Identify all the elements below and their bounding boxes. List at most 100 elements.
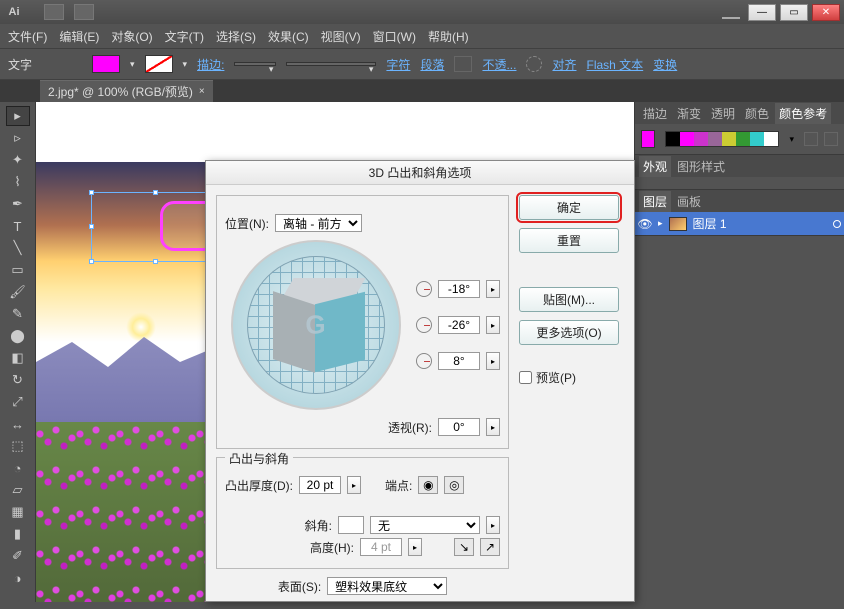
x-spin[interactable]: ▸	[486, 280, 500, 298]
depth-spin[interactable]: ▸	[347, 476, 361, 494]
bevel-spin[interactable]: ▸	[486, 516, 500, 534]
depth-input[interactable]	[299, 476, 341, 494]
arrange-icon[interactable]	[74, 4, 94, 20]
selection-tool[interactable]: ▸	[6, 106, 30, 126]
search-icon[interactable]	[722, 5, 740, 19]
stroke-dropdown-icon[interactable]: ▾	[183, 59, 188, 70]
more-options-button[interactable]: 更多选项(O)	[519, 320, 619, 345]
blend-tool[interactable]: ◑	[6, 568, 30, 588]
menu-window[interactable]: 窗口(W)	[373, 28, 416, 45]
type-tool[interactable]: T	[6, 216, 30, 236]
minimize-button[interactable]: —	[748, 4, 776, 21]
map-art-button[interactable]: 贴图(M)...	[519, 287, 619, 312]
maximize-button[interactable]: ▭	[780, 4, 808, 21]
bevel-in-button[interactable]: ↘	[454, 538, 474, 556]
rotation-preview[interactable]: G	[231, 240, 401, 410]
recolor-icon[interactable]	[526, 56, 542, 72]
stroke-swatch[interactable]	[145, 55, 173, 73]
menu-object[interactable]: 对象(O)	[111, 28, 152, 45]
perspective-spin[interactable]: ▸	[486, 418, 500, 436]
base-color-swatch[interactable]	[641, 130, 655, 148]
handle-nw[interactable]	[89, 190, 94, 195]
opacity-link[interactable]: 不透...	[482, 56, 516, 73]
lasso-tool[interactable]: ⌇	[6, 172, 30, 192]
expand-icon[interactable]: ▸	[658, 218, 663, 229]
harmony-swatch[interactable]	[764, 132, 778, 146]
document-tab-close-icon[interactable]: ×	[199, 86, 205, 97]
perspective-tool[interactable]: ▱	[6, 480, 30, 500]
harmony-swatch[interactable]	[736, 132, 750, 146]
character-link[interactable]: 字符	[386, 56, 410, 73]
width-tool[interactable]: ↔	[6, 414, 30, 434]
fill-dropdown-icon[interactable]: ▾	[130, 59, 135, 70]
height-spin[interactable]: ▸	[408, 538, 422, 556]
menu-edit[interactable]: 编辑(E)	[59, 28, 99, 45]
menu-type[interactable]: 文字(T)	[165, 28, 204, 45]
menu-effect[interactable]: 效果(C)	[268, 28, 309, 45]
handle-sw[interactable]	[89, 259, 94, 264]
layer-name[interactable]: 图层 1	[693, 215, 727, 232]
harmony-swatch[interactable]	[666, 132, 680, 146]
bevel-select[interactable]: 无	[370, 516, 480, 534]
z-angle-input[interactable]	[438, 352, 480, 370]
harmony-swatch[interactable]	[680, 132, 694, 146]
paragraph-options-icon[interactable]	[454, 56, 472, 72]
eyedropper-tool[interactable]: ✐	[6, 546, 30, 566]
visibility-icon[interactable]: 👁	[638, 217, 652, 231]
menu-select[interactable]: 选择(S)	[216, 28, 256, 45]
direct-selection-tool[interactable]: ▹	[6, 128, 30, 148]
stroke-link[interactable]: 描边:	[197, 56, 224, 73]
menu-file[interactable]: 文件(F)	[8, 28, 47, 45]
preview-checkbox-row[interactable]: 预览(P)	[519, 369, 624, 386]
pencil-tool[interactable]: ✎	[6, 304, 30, 324]
menu-help[interactable]: 帮助(H)	[428, 28, 469, 45]
harmony-swatches[interactable]	[665, 131, 779, 147]
harmony-swatch[interactable]	[722, 132, 736, 146]
rectangle-tool[interactable]: ▭	[6, 260, 30, 280]
free-transform-tool[interactable]: ⬚	[6, 436, 30, 456]
tab-stroke[interactable]: 描边	[639, 103, 671, 124]
eraser-tool[interactable]: ◧	[6, 348, 30, 368]
limit-colors-icon[interactable]	[804, 132, 818, 146]
tab-artboards[interactable]: 画板	[673, 191, 705, 212]
tab-color-guide[interactable]: 颜色参考	[775, 103, 831, 124]
paragraph-link[interactable]: 段落	[420, 56, 444, 73]
flash-text-link[interactable]: Flash 文本	[586, 56, 643, 73]
z-spin[interactable]: ▸	[486, 352, 500, 370]
layer-row[interactable]: 👁 ▸ 图层 1	[635, 212, 844, 235]
stroke-profile-dropdown[interactable]	[286, 62, 376, 66]
handle-n[interactable]	[153, 190, 158, 195]
harmony-swatch[interactable]	[708, 132, 722, 146]
cap-off-button[interactable]: ◎	[444, 476, 464, 494]
paintbrush-tool[interactable]: 🖌	[6, 282, 30, 302]
tab-appearance[interactable]: 外观	[639, 156, 671, 177]
harmony-dropdown-icon[interactable]: ▾	[789, 134, 794, 145]
tab-graphic-styles[interactable]: 图形样式	[673, 156, 729, 177]
preview-checkbox[interactable]	[519, 371, 532, 384]
mesh-tool[interactable]: ▦	[6, 502, 30, 522]
x-angle-input[interactable]	[438, 280, 480, 298]
tab-transparency[interactable]: 透明	[707, 103, 739, 124]
transform-link[interactable]: 变换	[653, 56, 677, 73]
tab-color[interactable]: 颜色	[741, 103, 773, 124]
gradient-tool[interactable]: ▮	[6, 524, 30, 544]
selection-bounding-box[interactable]	[91, 192, 221, 262]
y-spin[interactable]: ▸	[486, 316, 500, 334]
perspective-input[interactable]	[438, 418, 480, 436]
position-select[interactable]: 离轴 - 前方	[275, 214, 362, 232]
save-group-icon[interactable]	[824, 132, 838, 146]
harmony-swatch[interactable]	[750, 132, 764, 146]
rotate-tool[interactable]: ↻	[6, 370, 30, 390]
shape-builder-tool[interactable]: ◔	[6, 458, 30, 478]
blob-brush-tool[interactable]: ⬤	[6, 326, 30, 346]
document-tab[interactable]: 2.jpg* @ 100% (RGB/预览) ×	[40, 80, 213, 102]
menu-view[interactable]: 视图(V)	[321, 28, 361, 45]
tab-layers[interactable]: 图层	[639, 191, 671, 212]
tab-gradient[interactable]: 渐变	[673, 103, 705, 124]
fill-swatch[interactable]	[92, 55, 120, 73]
close-button[interactable]: ✕	[812, 4, 840, 21]
target-icon[interactable]	[833, 220, 841, 228]
y-angle-input[interactable]	[438, 316, 480, 334]
ok-button[interactable]: 确定	[519, 195, 619, 220]
reset-button[interactable]: 重置	[519, 228, 619, 253]
